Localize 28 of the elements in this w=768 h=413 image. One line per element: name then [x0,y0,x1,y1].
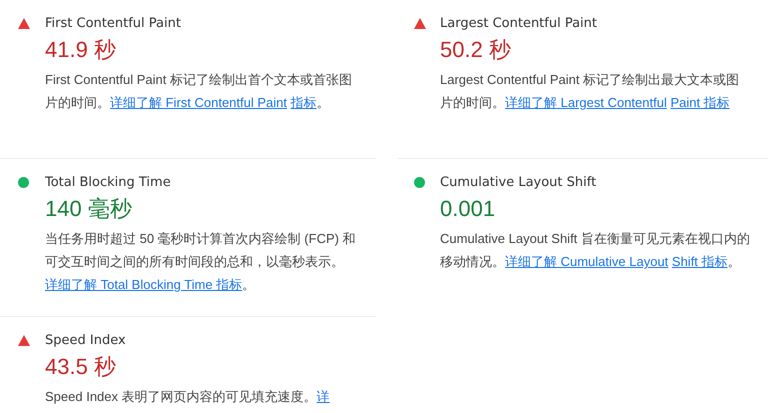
fail-triangle-icon [18,335,30,346]
metric-description: Speed Index 表明了网页内容的可见填充速度。详 [45,388,331,406]
metric-title: Largest Contentful Paint [440,16,598,30]
metric-description: Largest Contentful Paint 标记了绘制出最大文本或图片的时间。详细了解 Largest Contentful Paint 指标 [440,71,740,112]
learn-more-link[interactable]: 详细了解 Total Blocking Time 指标 [45,277,242,292]
fail-triangle-icon [414,18,426,29]
metric-description: First Contentful Paint 标记了绘制出首个文本或首张图片的时间。详细了解 First Contentful Paint 指标。 [45,71,353,112]
metric-value: 41.9 秒 [45,36,117,64]
learn-more-link[interactable]: Paint 指标 [670,95,730,110]
metric-value: 0.001 [440,195,496,223]
metric-title: Total Blocking Time [45,174,171,190]
learn-more-link[interactable]: 详细了解 Cumulative Layout [505,254,668,269]
metric-title: First Contentful Paint [45,16,181,30]
metric-title: Speed Index [45,332,126,348]
fail-triangle-icon [18,18,30,29]
learn-more-link[interactable]: 详细了解 Largest Contentful [505,95,667,110]
metric-description: Cumulative Layout Shift 旨在衡量可见元素在视口内的移动情况。详细了解 Cumulative Layout Shift 指标。 [440,230,751,271]
metric-description: 当任务用时超过 50 毫秒时计算首次内容绘制 (FCP) 和可交互时间之间的所有时间段的总和，以毫秒表示。 详细了解 Total Blocking Time 指标。 [45,230,357,294]
metric-value: 140 毫秒 [45,195,133,223]
learn-more-link[interactable]: 指标 [290,95,317,110]
metric-value: 50.2 秒 [440,36,512,64]
pass-dot-icon [18,177,29,188]
metric-title: Cumulative Layout Shift [440,174,596,190]
metric-value: 43.5 秒 [45,353,117,381]
learn-more-link[interactable]: 详 [316,389,330,404]
pass-dot-icon [414,177,425,188]
learn-more-link[interactable]: 详细了解 First Contentful Paint [110,95,287,110]
learn-more-link[interactable]: Shift 指标 [672,254,728,269]
